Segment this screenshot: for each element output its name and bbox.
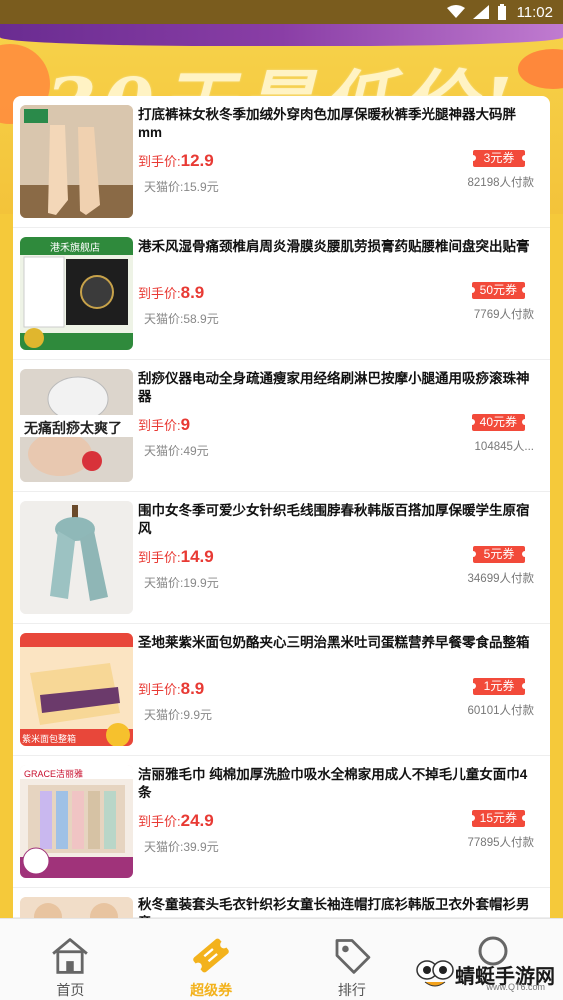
product-title[interactable]: 港禾风湿骨痛颈椎肩周炎滑膜炎腰肌劳损膏药贴腰椎间盘突出贴膏 bbox=[138, 238, 538, 256]
product-thumbnail[interactable]: 紫米面包整箱 bbox=[20, 633, 133, 746]
status-time: 11:02 bbox=[516, 3, 553, 21]
thumbnail-caption: 无痛刮痧太爽了 bbox=[24, 420, 122, 436]
tab-super-coupon[interactable]: 超级券 bbox=[141, 919, 282, 1000]
product-thumbnail[interactable]: 港禾旗舰店 bbox=[20, 237, 133, 350]
original-price: 天猫价:58.9元 bbox=[144, 312, 219, 326]
price-value: 8.9 bbox=[180, 679, 205, 698]
product-thumbnail[interactable] bbox=[20, 105, 133, 218]
sold-count: 60101人付款 bbox=[467, 705, 534, 717]
ticket-icon bbox=[193, 938, 229, 973]
price-row: 到手价: 8.9 bbox=[138, 283, 204, 303]
product-card[interactable]: 港禾旗舰店 港禾风湿骨痛颈椎肩周炎滑膜炎腰肌劳损膏药贴腰椎间盘突出贴膏 到手价:… bbox=[13, 228, 550, 360]
original-price: 天猫价:19.9元 bbox=[144, 576, 219, 590]
original-price: 天猫价:9.9元 bbox=[144, 708, 213, 722]
status-bar: 11:02 bbox=[0, 0, 563, 24]
price-row: 到手价: 9 bbox=[138, 415, 190, 435]
coupon-badge[interactable]: 5元券 bbox=[470, 546, 528, 563]
product-thumbnail[interactable]: 无痛刮痧太爽了 bbox=[20, 369, 133, 482]
tab-label: 排行 bbox=[337, 982, 366, 998]
original-price: 天猫价:39.9元 bbox=[144, 840, 219, 854]
tab-home[interactable]: 首页 bbox=[0, 919, 141, 1000]
product-title[interactable]: 打底裤袜女秋冬季加绒外穿肉色加厚保暖秋裤季光腿神器大码胖mm bbox=[138, 106, 538, 142]
price-row: 到手价: 8.9 bbox=[138, 679, 204, 699]
home-icon bbox=[52, 938, 89, 974]
product-card[interactable]: 打底裤袜女秋冬季加绒外穿肉色加厚保暖秋裤季光腿神器大码胖mm 到手价: 12.9… bbox=[13, 96, 550, 228]
price-value: 12.9 bbox=[180, 151, 214, 170]
thumbnail-caption: GRACE洁丽雅 bbox=[24, 769, 84, 779]
battery-icon bbox=[497, 4, 507, 20]
price-value: 8.9 bbox=[180, 283, 205, 302]
product-card[interactable]: 无痛刮痧太爽了 刮痧仪器电动全身疏通瘦家用经络刷淋巴按摩小腿通用吸痧滚珠神器 到… bbox=[13, 360, 550, 492]
product-title[interactable]: 圣地莱紫米面包奶酪夹心三明治黑米吐司蛋糕营养早餐零食品整箱 bbox=[138, 634, 538, 652]
product-card[interactable]: GRACE洁丽雅 洁丽雅毛巾 纯棉加厚洗脸巾吸水全棉家用成人不掉毛儿童女面巾4条… bbox=[13, 756, 550, 888]
price-label: 到手价: bbox=[138, 682, 181, 697]
coupon-badge[interactable]: 15元券 bbox=[468, 810, 529, 827]
sold-count: 7769人付款 bbox=[473, 309, 534, 321]
price-label: 到手价: bbox=[138, 286, 181, 301]
price-row: 到手价: 14.9 bbox=[138, 547, 214, 567]
product-thumbnail[interactable]: GRACE洁丽雅 bbox=[20, 765, 133, 878]
coupon-badge[interactable]: 40元券 bbox=[468, 414, 529, 431]
thumbnail-caption: 港禾旗舰店 bbox=[50, 243, 100, 254]
tab-label: 首页 bbox=[56, 982, 85, 998]
sold-count: 77895人付款 bbox=[467, 837, 534, 849]
original-price: 天猫价:49元 bbox=[144, 444, 209, 458]
tag-icon bbox=[335, 939, 371, 974]
product-title[interactable]: 围巾女冬季可爱少女针织毛线围脖春秋韩版百搭加厚保暖学生原宿风 bbox=[138, 502, 538, 538]
product-thumbnail[interactable] bbox=[20, 501, 133, 614]
dragonfly-logo-icon bbox=[416, 960, 454, 987]
wifi-icon bbox=[446, 5, 465, 19]
price-value: 24.9 bbox=[180, 811, 214, 830]
tab-label: 超级券 bbox=[190, 982, 233, 998]
product-card[interactable]: 紫米面包整箱 圣地莱紫米面包奶酪夹心三明治黑米吐司蛋糕营养早餐零食品整箱 到手价… bbox=[13, 624, 550, 756]
product-card[interactable]: 围巾女冬季可爱少女针织毛线围脖春秋韩版百搭加厚保暖学生原宿风 到手价: 14.9… bbox=[13, 492, 550, 624]
product-title[interactable]: 刮痧仪器电动全身疏通瘦家用经络刷淋巴按摩小腿通用吸痧滚珠神器 bbox=[138, 370, 538, 406]
product-list[interactable]: 打底裤袜女秋冬季加绒外穿肉色加厚保暖秋裤季光腿神器大码胖mm 到手价: 12.9… bbox=[13, 96, 550, 918]
sold-count: 82198人付款 bbox=[467, 177, 534, 189]
coupon-badge[interactable]: 50元券 bbox=[468, 282, 529, 299]
price-value: 14.9 bbox=[180, 547, 214, 566]
signal-icon bbox=[472, 5, 489, 19]
banner-decoration bbox=[0, 24, 563, 46]
watermark-url: www.QT6.com bbox=[486, 982, 545, 992]
product-title[interactable]: 秋冬童装套头毛衣针织衫女童长袖连帽打底衫韩版卫衣外套帽衫男童 bbox=[138, 896, 538, 918]
sold-count: 34699人付款 bbox=[467, 573, 534, 585]
coupon-badge[interactable]: 3元券 bbox=[470, 150, 528, 167]
thumbnail-caption: 紫米面包整箱 bbox=[22, 734, 77, 744]
tab-ranking[interactable]: 排行 bbox=[282, 919, 423, 1000]
price-row: 到手价: 24.9 bbox=[138, 811, 214, 831]
watermark: 蜻蜓手游网 www.QT6.com bbox=[415, 956, 555, 992]
price-value: 9 bbox=[180, 415, 191, 434]
sold-count: 104845人... bbox=[474, 441, 534, 453]
price-label: 到手价: bbox=[138, 550, 181, 565]
original-price: 天猫价:15.9元 bbox=[144, 180, 219, 194]
price-label: 到手价: bbox=[138, 418, 181, 433]
product-title[interactable]: 洁丽雅毛巾 纯棉加厚洗脸巾吸水全棉家用成人不掉毛儿童女面巾4条 bbox=[138, 766, 538, 802]
price-label: 到手价: bbox=[138, 814, 181, 829]
price-row: 到手价: 12.9 bbox=[138, 151, 214, 171]
product-card[interactable]: 秋冬童装套头毛衣针织衫女童长袖连帽打底衫韩版卫衣外套帽衫男童 bbox=[13, 888, 550, 918]
price-label: 到手价: bbox=[138, 154, 181, 169]
product-thumbnail[interactable] bbox=[20, 897, 133, 918]
coupon-badge[interactable]: 1元券 bbox=[470, 678, 528, 695]
